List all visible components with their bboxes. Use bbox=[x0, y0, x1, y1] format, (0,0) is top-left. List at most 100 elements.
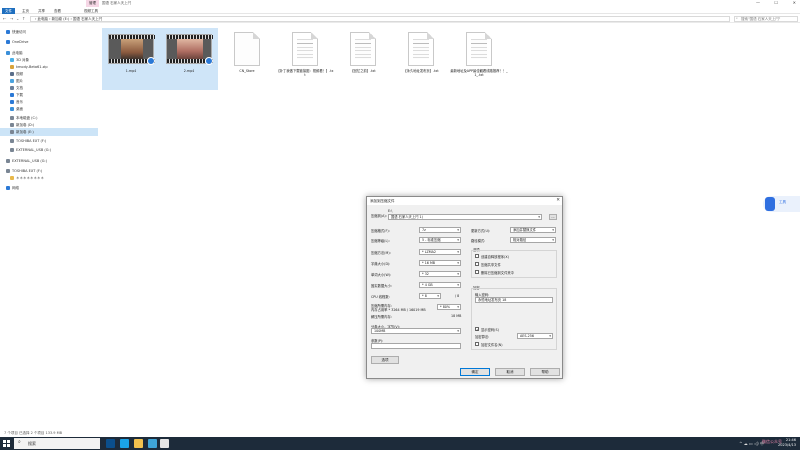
minimize-icon[interactable]: — bbox=[756, 0, 760, 5]
file-item[interactable]: 【补丁我做下载链接图：视频看！】.txt bbox=[276, 28, 334, 90]
floating-assistant[interactable]: 工具 bbox=[763, 196, 800, 212]
delete-after-checkbox[interactable] bbox=[475, 270, 479, 274]
sidebar-item[interactable]: 快速访问 bbox=[0, 28, 98, 36]
file-item[interactable]: 最新地址及APP最佳観看线路推荐！！_1_.txt bbox=[450, 28, 508, 90]
password-input[interactable]: 永恒地址发布页 18 bbox=[475, 297, 553, 303]
solid-combo[interactable]: * 4 GB bbox=[419, 282, 461, 288]
enc-method-combo[interactable]: AES-256 bbox=[517, 333, 553, 339]
sidebar-item[interactable]: TOSHIBA EXT (F:) bbox=[0, 137, 98, 145]
dialog-close-icon[interactable]: ✕ bbox=[556, 197, 560, 205]
video-tools-context-tab[interactable]: 管理 bbox=[86, 0, 99, 7]
file-item[interactable]: 【永久地址发布页】.txt bbox=[392, 28, 450, 90]
cube-icon bbox=[10, 58, 14, 62]
sfx-checkbox[interactable] bbox=[475, 254, 479, 258]
system-tray-icons[interactable]: ^ ☁ ▭ ◁) 中 bbox=[739, 441, 764, 447]
text-file-icon bbox=[292, 32, 318, 66]
sidebar-item-label: 视频 bbox=[16, 72, 23, 76]
sidebar-item[interactable]: ＊＊＊＊＊＊＊＊ bbox=[0, 174, 98, 182]
recent-chevron-icon[interactable]: ⌄ bbox=[16, 16, 19, 21]
format-combo[interactable]: 7z bbox=[419, 227, 461, 233]
search-input[interactable]: 搜索"国语 石家人天上闩" bbox=[734, 15, 798, 22]
download-icon bbox=[10, 93, 14, 97]
video-icon bbox=[10, 72, 14, 76]
file-item[interactable]: 1.mp4 bbox=[102, 28, 160, 90]
file-item[interactable]: CN_Store bbox=[218, 28, 276, 90]
video-thumbnail bbox=[166, 34, 213, 65]
level-combo[interactable]: 5 - 标准压缩 bbox=[419, 237, 461, 243]
delete-after-label: 删除已压缩到文件夹中 bbox=[481, 271, 514, 275]
word-combo[interactable]: * 32 bbox=[419, 271, 461, 277]
file-name: 【永久地址发布页】.txt bbox=[403, 69, 439, 73]
text-file-icon bbox=[466, 32, 492, 66]
edge-browser-icon[interactable] bbox=[120, 439, 129, 448]
usb-icon bbox=[6, 159, 10, 163]
sidebar-item[interactable]: 桌面 bbox=[0, 105, 98, 113]
taskbar: 搜索 ⌕ ^ ☁ ▭ ◁) 中 21:46 2023/4/13 bbox=[0, 437, 800, 450]
mem-percent-combo[interactable]: * 80% bbox=[437, 304, 461, 310]
drive-icon bbox=[10, 148, 14, 152]
sidebar-item-label: 桌面 bbox=[16, 107, 23, 111]
browse-button[interactable]: ... bbox=[549, 214, 557, 220]
address-input[interactable]: › 此电脑 › 新加卷 (E:) › 国语 石家人天上闩 bbox=[30, 15, 730, 22]
assistant-label: 工具 bbox=[779, 200, 786, 204]
sidebar-item[interactable]: 网络 bbox=[0, 184, 98, 192]
shared-files-checkbox[interactable] bbox=[475, 262, 479, 266]
sidebar-item-label: 文档 bbox=[16, 86, 23, 90]
mem-info: 内存占用率 * 3264 MB / 16019 MB bbox=[371, 308, 426, 312]
file-item[interactable]: 【回忆之前】.txt bbox=[334, 28, 392, 90]
method-combo[interactable]: * LZMA2 bbox=[419, 249, 461, 255]
path-mode-combo[interactable]: 相对路径 bbox=[510, 237, 556, 243]
sidebar-item[interactable]: 新加卷 (E:) bbox=[0, 128, 98, 136]
sidebar-item[interactable]: EXTERNAL_USB (G:) bbox=[0, 157, 98, 165]
help-button[interactable]: 帮助 bbox=[530, 368, 560, 376]
taskbar-search-input[interactable]: 搜索 bbox=[14, 438, 100, 449]
sidebar-item[interactable]: OneDrive bbox=[0, 38, 98, 46]
archive-path-combo[interactable]: 国语 石家人天上闩 1) bbox=[388, 214, 542, 220]
sidebar-item-label: kmody-Beta61.zip bbox=[16, 65, 48, 69]
network-icon bbox=[6, 186, 10, 190]
search-icon: ⌕ bbox=[736, 16, 738, 20]
cpu-combo[interactable]: * 8 bbox=[419, 293, 441, 299]
dict-combo[interactable]: * 16 MB bbox=[419, 260, 461, 266]
maximize-icon[interactable]: ☐ bbox=[774, 0, 778, 5]
sidebar-item-label: 本地磁盘 (C:) bbox=[16, 116, 38, 120]
back-arrow-icon[interactable]: ← bbox=[3, 16, 6, 21]
windows-start-icon[interactable] bbox=[3, 440, 10, 447]
app-icon[interactable] bbox=[148, 439, 157, 448]
file-name: 1.mp4 bbox=[125, 69, 137, 73]
cloud-icon bbox=[6, 40, 10, 44]
window-title: 国语 石家人天上闩 bbox=[102, 1, 132, 5]
text-file-icon bbox=[408, 32, 434, 66]
sidebar-item-label: OneDrive bbox=[12, 40, 29, 44]
up-arrow-icon[interactable]: ↑ bbox=[22, 16, 25, 21]
options-button[interactable]: 选项 bbox=[371, 356, 399, 364]
file-name: 2.mp4 bbox=[183, 69, 195, 73]
params-input[interactable] bbox=[371, 343, 461, 349]
ok-button[interactable]: 确定 bbox=[460, 368, 490, 376]
sync-badge-icon bbox=[205, 57, 213, 65]
archiver-app-icon[interactable] bbox=[160, 439, 169, 448]
split-combo[interactable]: 100MB bbox=[371, 328, 461, 334]
solid-label: 固实数据大小: bbox=[371, 284, 392, 288]
enc-method-label: 加密算法: bbox=[475, 335, 490, 339]
sidebar-item-label: 快速访问 bbox=[12, 30, 26, 34]
cancel-button[interactable]: 取消 bbox=[495, 368, 525, 376]
computer-icon bbox=[6, 51, 10, 55]
forward-arrow-icon[interactable]: → bbox=[10, 16, 13, 21]
archive-sub-label: E:\ bbox=[388, 209, 393, 213]
zip-icon bbox=[10, 65, 14, 69]
star-icon bbox=[6, 30, 10, 34]
update-combo[interactable]: 添加并替换文件 bbox=[510, 227, 556, 233]
sidebar-item[interactable]: EXTERNAL_USB (G:) bbox=[0, 146, 98, 154]
file-explorer-icon[interactable] bbox=[134, 439, 143, 448]
word-label: 单词大小(W): bbox=[371, 273, 392, 277]
file-item[interactable]: 2.mp4 bbox=[160, 28, 218, 90]
encrypt-names-checkbox[interactable] bbox=[475, 342, 479, 346]
show-password-checkbox[interactable] bbox=[475, 327, 479, 332]
watermark: 微信公众号 bbox=[762, 439, 782, 444]
sidebar-item-label: EXTERNAL_USB (G:) bbox=[16, 148, 51, 152]
task-view-icon[interactable] bbox=[106, 439, 115, 448]
sidebar-item-label: EXTERNAL_USB (G:) bbox=[12, 159, 47, 163]
close-window-icon[interactable]: ✕ bbox=[793, 0, 796, 5]
drive-icon bbox=[10, 139, 14, 143]
